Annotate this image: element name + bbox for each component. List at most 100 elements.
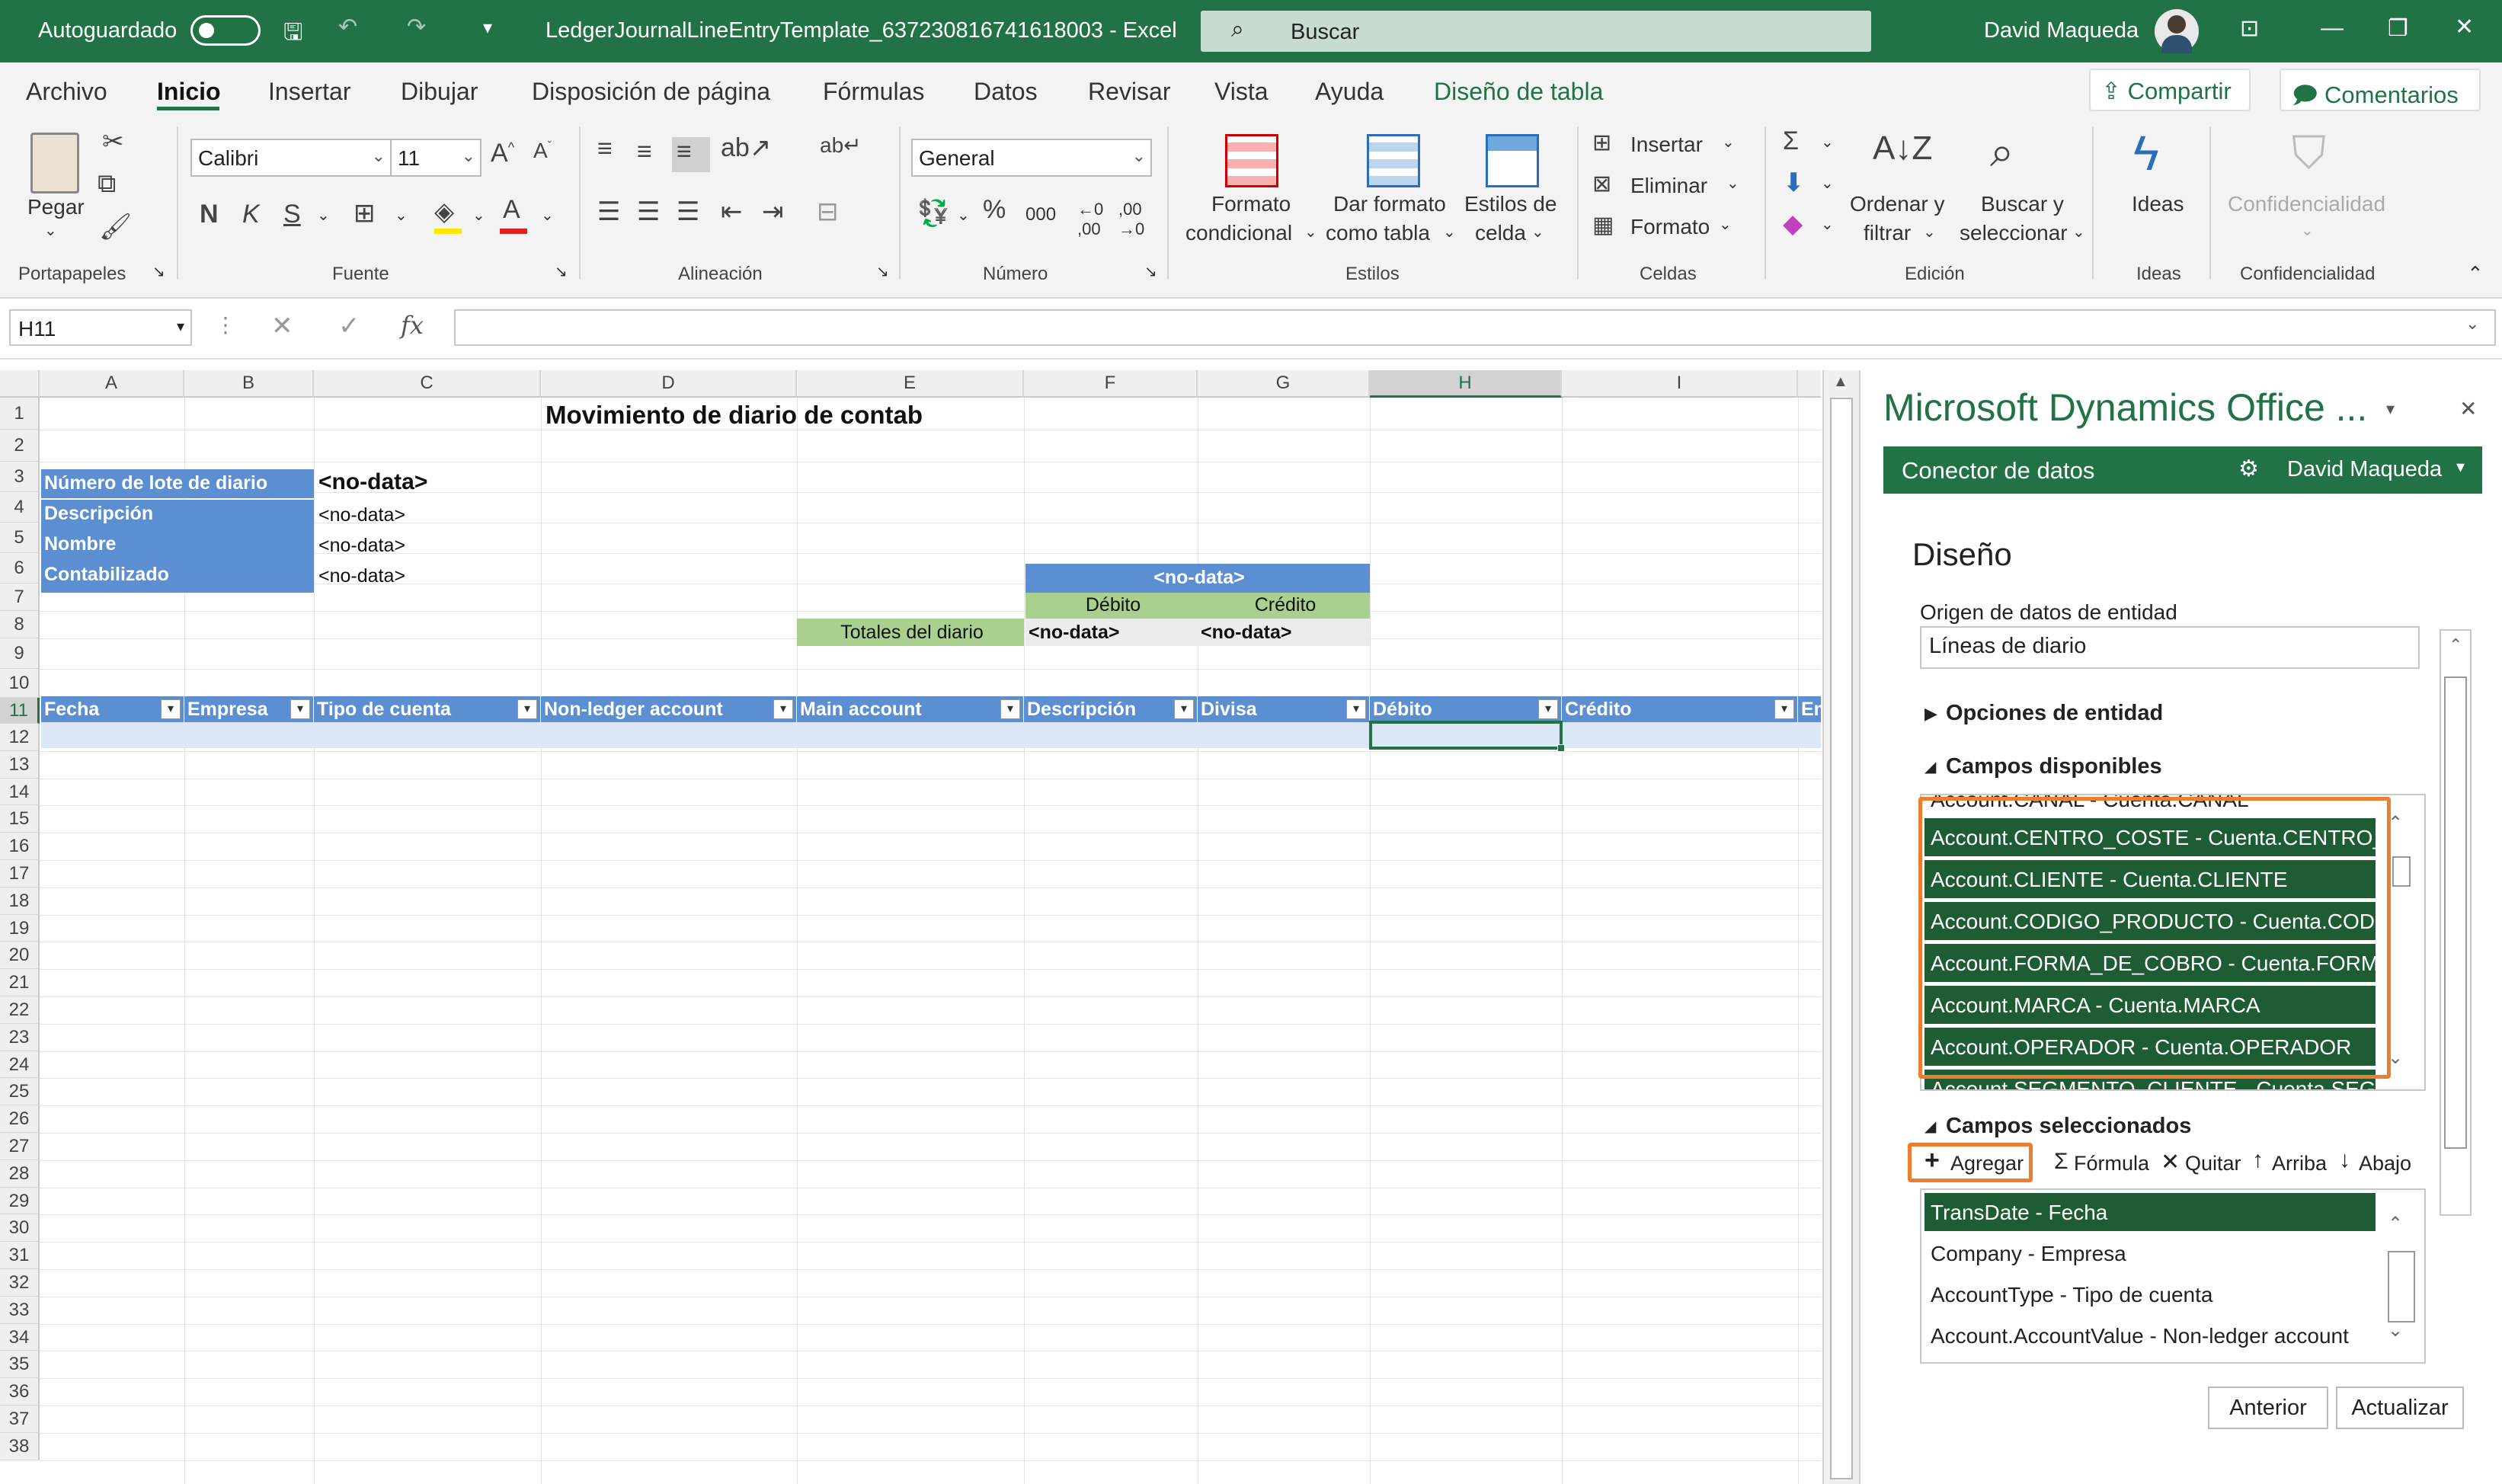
select-all-corner[interactable] <box>0 370 40 398</box>
col-header-c[interactable]: C <box>314 370 541 398</box>
sheet-title[interactable]: Movimiento de diario de contabilidad gen… <box>542 401 923 427</box>
ribbon-display-icon[interactable]: ⊡ <box>2240 15 2259 42</box>
cancel-icon[interactable]: ✕ <box>271 311 293 341</box>
percent-button[interactable]: % <box>983 195 1006 225</box>
arrow-down-icon[interactable]: ↓ <box>2339 1147 2350 1173</box>
list-scroll-thumb[interactable] <box>2388 1251 2415 1322</box>
clipboard-launcher-icon[interactable]: ↘ <box>152 262 165 281</box>
align-center-icon[interactable]: ☰ <box>637 197 660 227</box>
thousands-button[interactable]: 000 <box>1025 204 1056 225</box>
collapse-triangle-icon[interactable]: ◢ <box>1924 757 1936 776</box>
list-item[interactable]: Company - Empresa <box>1924 1234 2376 1272</box>
accounting-format-icon[interactable]: 💱 <box>917 198 949 229</box>
delete-cells-icon[interactable]: ⊠ <box>1592 171 1611 197</box>
row-header[interactable]: 4 <box>0 492 40 523</box>
row-header[interactable]: 13 <box>0 750 40 779</box>
row-header[interactable]: 36 <box>0 1378 40 1406</box>
sort-label-2[interactable]: filtrar <box>1864 221 1911 245</box>
tab-ayuda[interactable]: Ayuda <box>1315 78 1384 106</box>
sheet-vertical-scrollbar[interactable]: ▲ <box>1822 370 1859 1484</box>
find-label-1[interactable]: Buscar y <box>1981 192 2064 216</box>
row-header[interactable]: 2 <box>0 430 40 462</box>
table-format-label-1[interactable]: Dar formato <box>1333 192 1446 216</box>
tab-diseno-tabla[interactable]: Diseño de tabla <box>1434 78 1603 106</box>
row-header[interactable]: 23 <box>0 1023 40 1051</box>
chevron-down-icon[interactable]: ⌄ <box>541 206 554 225</box>
col-header-a[interactable]: A <box>40 370 184 398</box>
ideas-label[interactable]: Ideas <box>2132 192 2184 216</box>
col-header-j[interactable] <box>1798 370 1821 398</box>
collapse-ribbon-icon[interactable]: ⌃ <box>2467 262 2484 286</box>
align-bottom-active[interactable]: ≡ <box>672 137 710 172</box>
restore-icon[interactable]: ❐ <box>2388 15 2408 42</box>
tab-datos[interactable]: Datos <box>974 78 1038 106</box>
pane-close-icon[interactable]: ✕ <box>2459 396 2477 421</box>
chevron-down-icon[interactable]: ⌄ <box>317 206 330 225</box>
table-header-descripcion[interactable]: Descripción ▾ <box>1024 696 1198 722</box>
chevron-down-icon[interactable]: ⌄ <box>395 206 408 225</box>
selected-fields-list[interactable]: TransDate - Fecha Company - Empresa Acco… <box>1920 1188 2426 1364</box>
row-header[interactable]: 33 <box>0 1296 40 1324</box>
chevron-down-icon[interactable]: ⌄ <box>957 206 970 225</box>
pane-scrollbar[interactable]: ⌃ <box>2440 629 2472 1216</box>
cell-styles-label-1[interactable]: Estilos de <box>1464 192 1557 216</box>
font-color-icon[interactable]: A <box>503 195 520 225</box>
remove-icon[interactable]: ✕ <box>2161 1149 2180 1175</box>
font-launcher-icon[interactable]: ↘ <box>555 262 568 281</box>
italic-button[interactable]: K <box>242 200 260 229</box>
list-scroll-thumb[interactable] <box>2392 856 2411 887</box>
tab-revisar[interactable]: Revisar <box>1088 78 1170 106</box>
cond-format-label-2[interactable]: condicional <box>1185 221 1292 245</box>
fill-color-icon[interactable]: ◈ <box>434 197 454 227</box>
name-box[interactable]: H11 ▾ <box>9 309 192 346</box>
formula-input[interactable] <box>454 309 2496 346</box>
close-icon[interactable]: ✕ <box>2455 14 2474 40</box>
align-middle-icon[interactable]: ≡ <box>637 137 652 167</box>
row-header[interactable]: 35 <box>0 1351 40 1379</box>
format-painter-icon[interactable]: 🖌 <box>99 212 132 242</box>
chevron-down-icon[interactable]: ⌄ <box>2072 222 2085 241</box>
row-header[interactable]: 21 <box>0 969 40 996</box>
filter-dropdown-icon[interactable]: ▾ <box>1174 699 1194 719</box>
scroll-up-icon[interactable]: ⌃ <box>2449 635 2462 655</box>
font-size-combo[interactable]: 11 ⌄ <box>390 139 482 177</box>
chevron-down-icon[interactable]: ⌄ <box>1722 133 1735 152</box>
worksheet[interactable]: A B C D E F G H I 1 2 3 4 5 6 7 8 9 10 11 12 13 14 15 1… <box>0 370 1821 1484</box>
decrease-indent-icon[interactable]: ⇤ <box>721 197 743 227</box>
col-header-f[interactable]: F <box>1024 370 1198 398</box>
list-item[interactable]: AccountType - Tipo de cuenta <box>1924 1275 2376 1313</box>
paste-dropdown-icon[interactable]: ⌄ <box>44 221 57 240</box>
col-header-d[interactable]: D <box>541 370 797 398</box>
orientation-icon[interactable]: ab↗ <box>721 133 771 163</box>
chevron-down-icon[interactable]: ⌄ <box>1821 215 1834 234</box>
increase-decimal-icon[interactable]: ←0,00 <box>1077 200 1103 239</box>
row-header[interactable]: 38 <box>0 1432 40 1460</box>
col-header-h[interactable]: H <box>1370 370 1562 398</box>
chevron-down-icon[interactable]: ⌄ <box>1304 222 1317 241</box>
expand-formula-icon[interactable]: ⌄ <box>2465 314 2479 334</box>
confidentiality-button-label[interactable]: Confidencialidad <box>2228 192 2385 216</box>
expand-triangle-icon[interactable]: ▶ <box>1924 704 1937 724</box>
align-right-icon[interactable]: ☰ <box>677 197 699 227</box>
copy-icon[interactable]: ⧉ <box>98 169 116 199</box>
formula-icon[interactable]: Σ <box>2054 1149 2068 1175</box>
paste-icon[interactable] <box>30 133 79 193</box>
delete-label[interactable]: Eliminar <box>1630 174 1707 198</box>
number-format-combo[interactable]: General ⌄ <box>911 139 1152 177</box>
tab-disposicion[interactable]: Disposición de página <box>532 78 770 106</box>
comments-button[interactable]: 🗩 Comentarios <box>2280 69 2481 111</box>
selected-fields-toggle[interactable]: Campos seleccionados <box>1946 1114 2191 1139</box>
filter-dropdown-icon[interactable]: ▾ <box>773 699 793 719</box>
increase-indent-icon[interactable]: ⇥ <box>762 197 784 227</box>
sort-label-1[interactable]: Ordenar y <box>1850 192 1945 216</box>
row-header[interactable]: 6 <box>0 553 40 584</box>
row-header[interactable]: 20 <box>0 942 40 970</box>
col-header-g[interactable]: G <box>1198 370 1370 398</box>
insert-function-button[interactable]: fx <box>401 311 424 340</box>
totals-label[interactable]: Totales del diario <box>797 619 1024 646</box>
align-left-icon[interactable]: ☰ <box>597 197 620 227</box>
list-item[interactable]: TransDate - Fecha <box>1924 1193 2376 1231</box>
chevron-down-icon[interactable]: ⌄ <box>1923 222 1936 241</box>
gear-icon[interactable]: ⚙ <box>2238 456 2259 482</box>
row-header[interactable]: 24 <box>0 1051 40 1079</box>
